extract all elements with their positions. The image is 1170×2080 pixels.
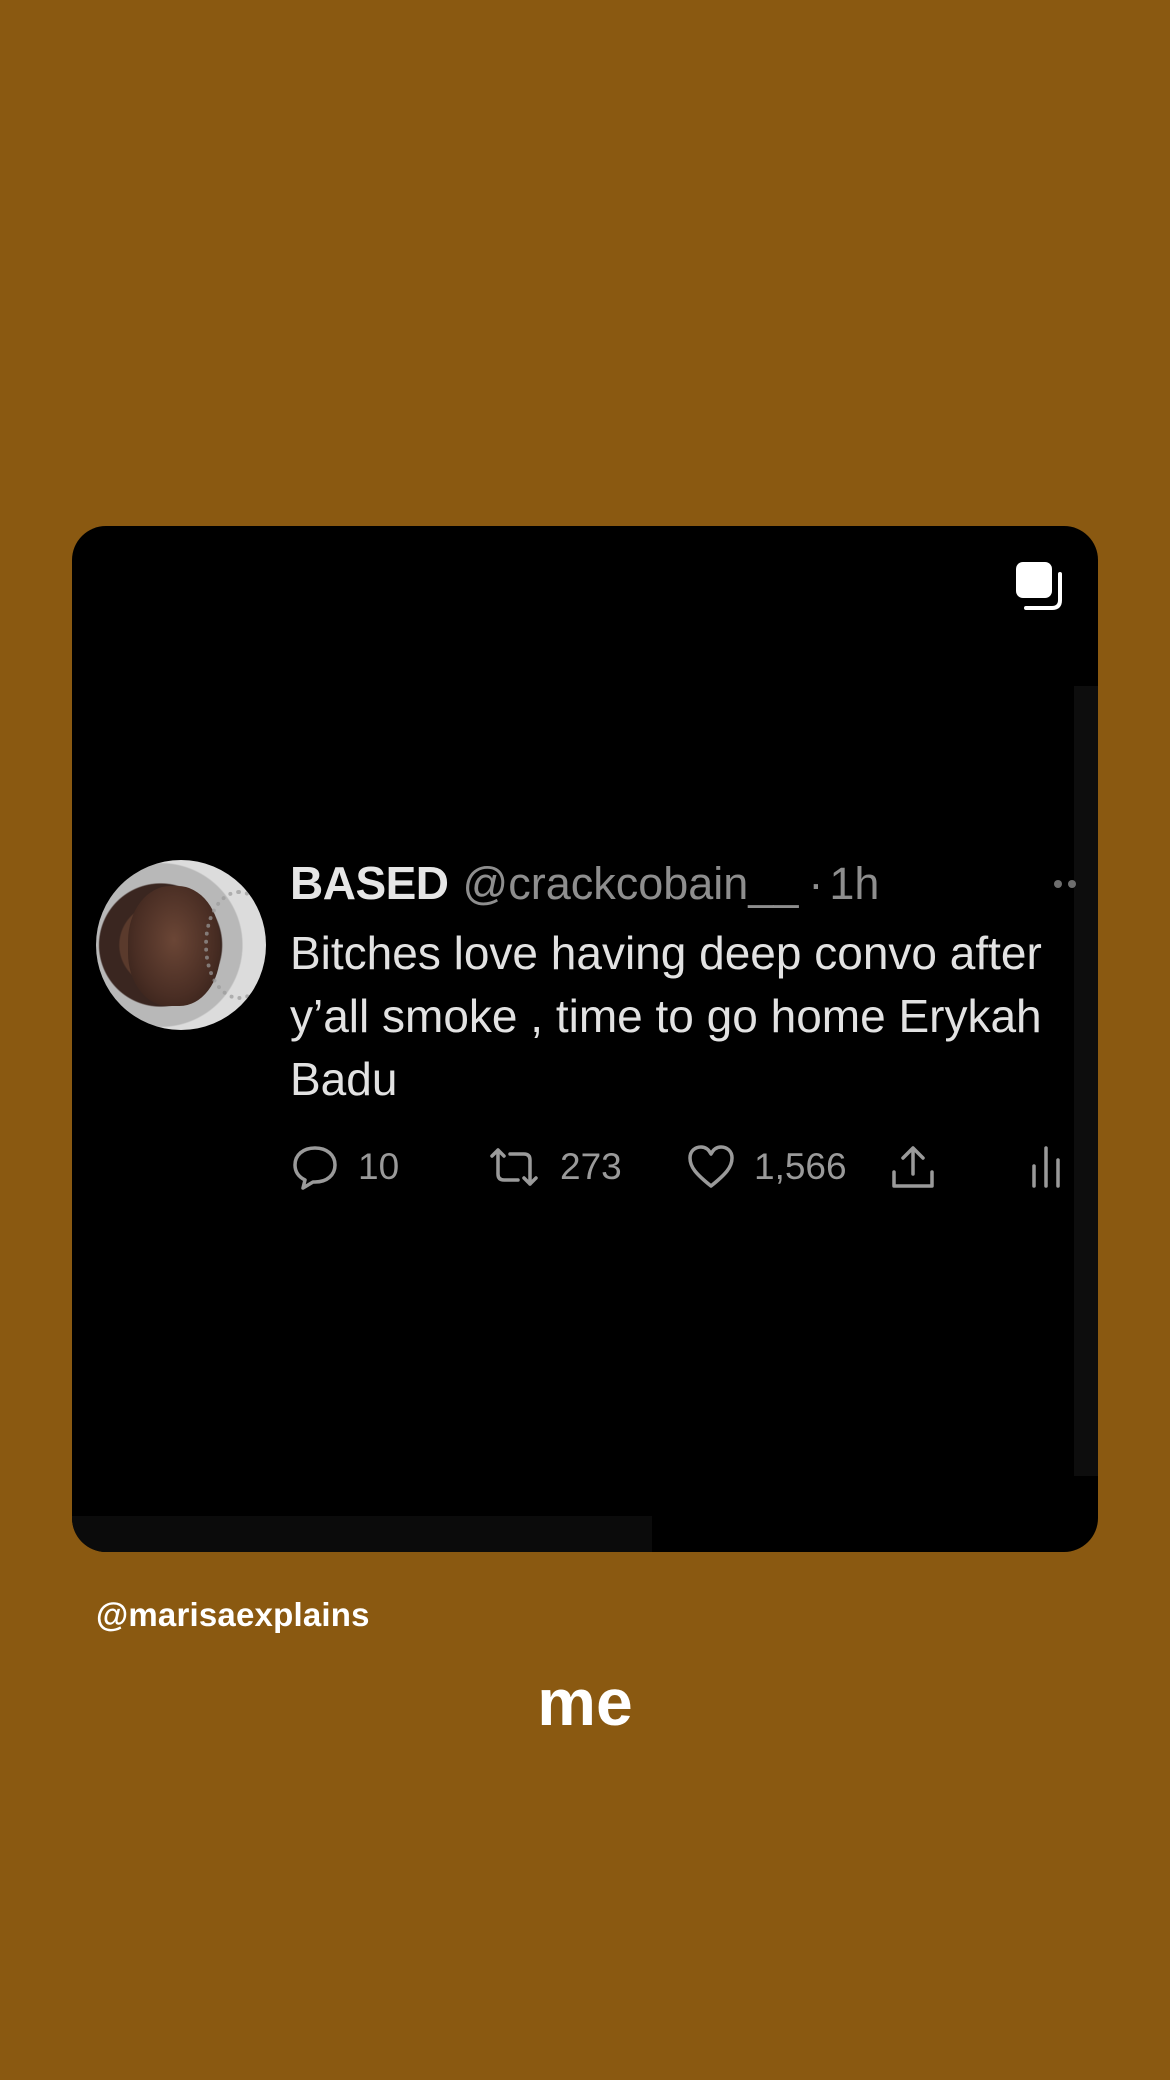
display-name: BASED <box>290 857 449 909</box>
reply-count: 10 <box>358 1146 400 1187</box>
tweet-time: 1h <box>829 858 880 909</box>
reply-action: 10 <box>290 1137 399 1197</box>
story-stage: BASED @crackcobain__ · 1h Bitches love h… <box>0 0 1170 2080</box>
share-upload-icon <box>892 1146 934 1188</box>
analytics-action <box>1026 1137 1066 1197</box>
retweet-arrows-icon <box>490 1148 538 1186</box>
share-action <box>888 1137 938 1197</box>
tweet-actions: 10 273 1,566 <box>290 1137 1080 1197</box>
handle: @crackcobain__ <box>462 858 799 909</box>
heart-icon <box>688 1145 734 1188</box>
card-bottom-strip <box>72 1516 652 1552</box>
tweet-body: BASED @crackcobain__ · 1h Bitches love h… <box>290 856 1080 1197</box>
multiple-posts-icon <box>1016 562 1062 610</box>
reply-bubble-icon <box>293 1146 337 1190</box>
shared-post-card[interactable]: BASED @crackcobain__ · 1h Bitches love h… <box>72 526 1098 1552</box>
like-action: 1,566 <box>686 1137 847 1197</box>
more-options-icon <box>1054 880 1076 888</box>
retweet-action: 273 <box>486 1137 622 1197</box>
header-separator: · <box>808 858 824 909</box>
username-tag[interactable]: @marisaexplains <box>96 1596 370 1634</box>
avatar <box>96 860 266 1030</box>
like-count: 1,566 <box>754 1146 847 1187</box>
avatar-seal-graphic <box>204 890 266 1000</box>
retweet-count: 273 <box>560 1146 622 1187</box>
tweet-header: BASED @crackcobain__ · 1h <box>290 856 1080 916</box>
tweet-text: Bitches love having deep convo after y’a… <box>290 927 1042 1105</box>
story-caption: me <box>537 1665 633 1739</box>
analytics-bars-icon <box>1032 1146 1060 1188</box>
